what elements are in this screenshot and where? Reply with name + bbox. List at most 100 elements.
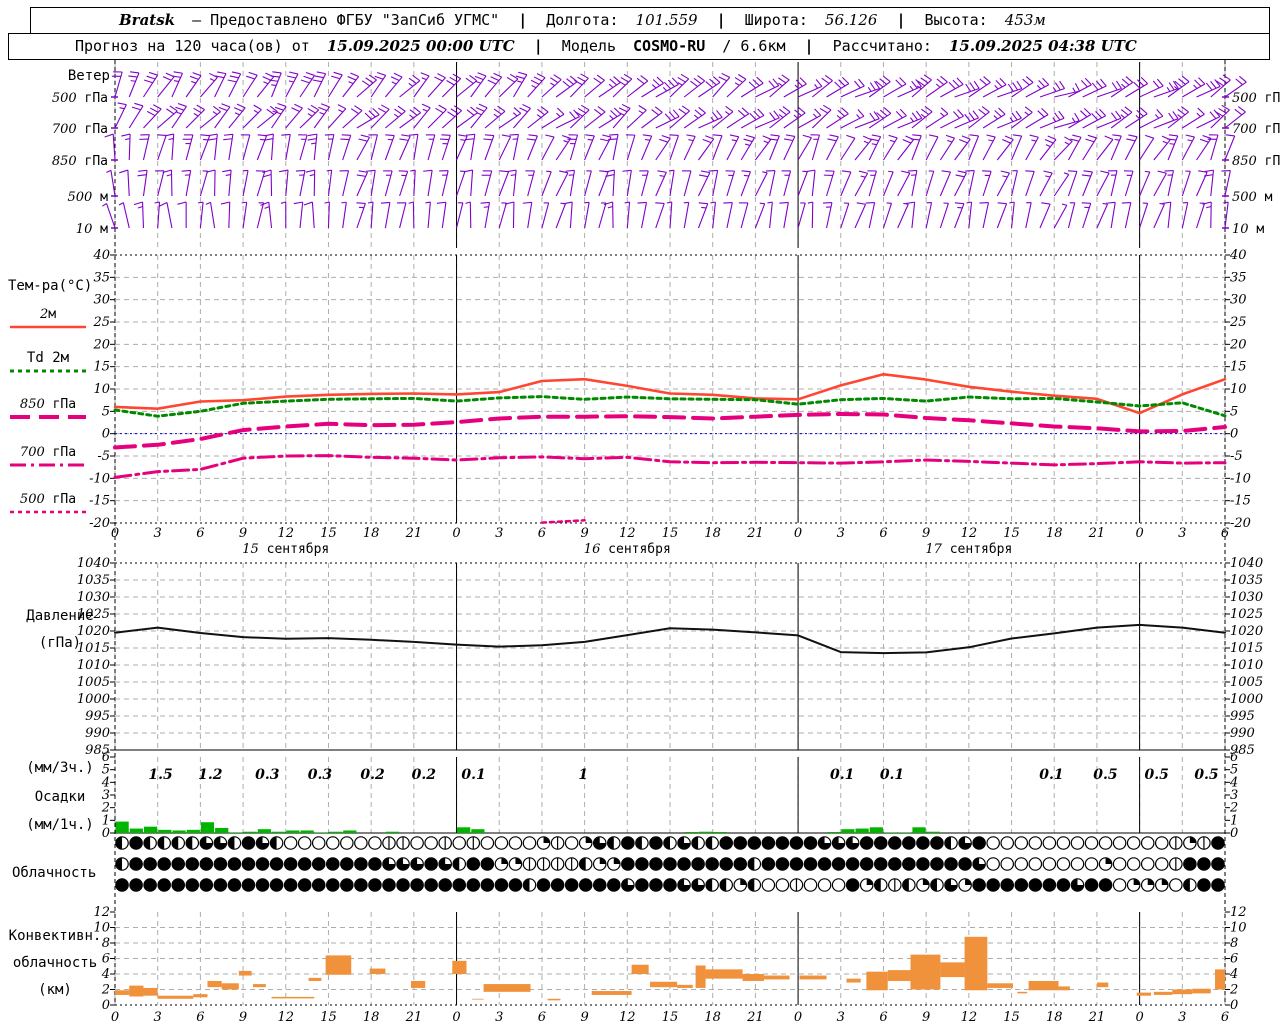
cloud-cover-symbol bbox=[649, 857, 663, 871]
convective-cloud-bar bbox=[1153, 991, 1173, 995]
conv-ytick-right: 0 bbox=[1230, 998, 1238, 1013]
convective-cloud-bar bbox=[325, 955, 352, 975]
temp-ytick-right: 25 bbox=[1229, 315, 1247, 330]
conv-ytick-left: 12 bbox=[93, 905, 110, 920]
cloud-cover-symbol bbox=[916, 836, 930, 850]
cloud-cover-symbol bbox=[1070, 857, 1085, 871]
precip-3h-value: 0.3 bbox=[255, 767, 280, 783]
cloud-cover-symbol bbox=[143, 878, 157, 892]
latitude-label: Широта: bbox=[744, 11, 808, 29]
cloud-panel-title: Облачность bbox=[12, 865, 96, 881]
precip-3h-value: 1.5 bbox=[148, 767, 172, 783]
precip-bar bbox=[115, 821, 129, 833]
separator: | bbox=[896, 11, 906, 29]
convective-cloud-bar bbox=[677, 984, 693, 988]
separator: | bbox=[716, 11, 726, 29]
wind-level-label-left: 10 м bbox=[76, 222, 108, 237]
wind-barb-row bbox=[106, 169, 1231, 197]
time-axis: 0 3 6 9 12 15 18 21 0 3 6 9 12 15 18 21 0 3 6 9 12 15 18 21 0 3 6 1… bbox=[111, 526, 1229, 557]
model-resolution: / 6.6км bbox=[722, 37, 786, 55]
precip-3h-value: 0.2 bbox=[360, 767, 385, 783]
cloud-cover-symbol bbox=[227, 857, 242, 871]
wind-panel: Ветер 500 гПа 500 гПа 700 гПа 700 гПа 850 гПа… bbox=[52, 68, 1280, 237]
cloud-cover-symbol bbox=[972, 878, 986, 892]
longitude-value: 101.559 bbox=[635, 11, 698, 29]
precip-3h-value: 1 bbox=[578, 767, 588, 783]
temp-ytick-left: 35 bbox=[93, 270, 110, 285]
temp-ytick-left: 10 bbox=[93, 382, 110, 397]
cloud-cover-symbol bbox=[649, 836, 663, 850]
hour-label: 6 bbox=[879, 526, 887, 541]
precip-bar bbox=[912, 827, 926, 833]
cloud-cover-symbol bbox=[297, 878, 312, 892]
hour-label: 0 bbox=[794, 526, 802, 541]
convective-cloud-bar bbox=[763, 975, 790, 980]
temp-ytick-left: -20 bbox=[89, 516, 110, 531]
cloud-cover-symbol bbox=[873, 857, 888, 871]
cloud-cover-symbol bbox=[803, 857, 818, 871]
cloud-cover-symbol bbox=[199, 878, 214, 892]
hour-label: 0 bbox=[452, 526, 460, 541]
cloud-cover-symbol bbox=[761, 878, 776, 892]
cloud-cover-symbol bbox=[283, 836, 298, 850]
cloud-cover-symbol bbox=[354, 878, 368, 892]
hour-label: 18 bbox=[363, 526, 380, 541]
cloud-cover-symbol bbox=[227, 878, 242, 892]
cloud-cover-symbol bbox=[311, 878, 326, 892]
convective-cloud-bar bbox=[369, 968, 386, 974]
precip-bar bbox=[286, 830, 300, 833]
cloud-cover-symbol bbox=[902, 857, 916, 871]
cloud-cover-symbol bbox=[705, 857, 719, 871]
wind-level-label-right: 700 гПа bbox=[1232, 122, 1280, 137]
bottom-hour-label: 21 bbox=[746, 1010, 764, 1024]
wind-level-label-left: 850 гПа bbox=[52, 154, 108, 169]
convective-cloud-bar bbox=[964, 936, 988, 991]
cloud-cover-symbol bbox=[775, 878, 790, 892]
conv-ytick-right: 8 bbox=[1230, 936, 1238, 951]
cloud-cover-symbol bbox=[621, 836, 635, 850]
temp-ytick-left: 25 bbox=[92, 315, 110, 330]
cloud-cover-symbol bbox=[171, 878, 186, 892]
cloud-cover-symbol bbox=[185, 878, 200, 892]
cloud-cover-symbol bbox=[129, 857, 143, 871]
convective-cloud-bar bbox=[129, 985, 144, 997]
cloud-cover-symbol bbox=[930, 836, 944, 850]
convective-cloud-bar bbox=[695, 965, 706, 988]
cloud-cover-symbol bbox=[325, 836, 340, 850]
bottom-hour-label: 18 bbox=[1046, 1010, 1063, 1024]
cloud-cover-symbol bbox=[297, 857, 312, 871]
precip-ytick-right: 0 bbox=[1230, 826, 1238, 841]
cloud-cover-symbol bbox=[578, 878, 593, 892]
precip-bar bbox=[143, 826, 158, 833]
cloud-cover-symbol bbox=[888, 857, 902, 871]
longitude-label: Долгота: bbox=[546, 11, 619, 29]
convective-panel-title: Конвективн. bbox=[9, 928, 102, 944]
cloud-cover-symbol bbox=[1098, 836, 1113, 850]
provider-text: — Предоставлено ФГБУ "ЗапСиб УГМС" bbox=[192, 11, 500, 29]
cloud-cover-symbol bbox=[368, 857, 382, 871]
convective-cloud-bar bbox=[1058, 986, 1070, 991]
temp-series-2м bbox=[113, 373, 1227, 415]
pressure-ytick-right: 1035 bbox=[1230, 573, 1263, 588]
cloud-cover-symbol bbox=[1112, 857, 1127, 871]
bottom-hour-label: 3 bbox=[154, 1010, 162, 1024]
cloud-cover-symbol bbox=[803, 836, 818, 850]
cloud-cover-symbol bbox=[1154, 836, 1169, 850]
hour-label: 21 bbox=[405, 526, 423, 541]
precip-bar bbox=[926, 831, 940, 833]
hour-label: 6 bbox=[1221, 526, 1229, 541]
convective-cloud-bar bbox=[940, 962, 965, 978]
temperature-panel: 40 40 35 35 30 30 25 25 20 20 15 15 10 10 5 5 0 0 -5 -5 -10 -… bbox=[89, 248, 1251, 531]
cloud-cover-symbol bbox=[635, 857, 649, 871]
convective-cloud-bar bbox=[987, 983, 1013, 988]
cloud-cover-symbol bbox=[1056, 857, 1071, 871]
precip-units-1h: (мм/1ч.) bbox=[26, 817, 93, 833]
precip-bar bbox=[215, 827, 229, 833]
cloud-cover-symbol bbox=[1169, 878, 1183, 892]
cloud-cover-symbol bbox=[733, 836, 748, 850]
cloud-cover-symbol bbox=[382, 878, 396, 892]
cloud-cover-symbol bbox=[438, 878, 452, 892]
bottom-hour-label: 6 bbox=[196, 1010, 204, 1024]
precip-3h-value: 0.5 bbox=[1145, 767, 1169, 783]
cloud-cover-symbol bbox=[1183, 857, 1197, 871]
